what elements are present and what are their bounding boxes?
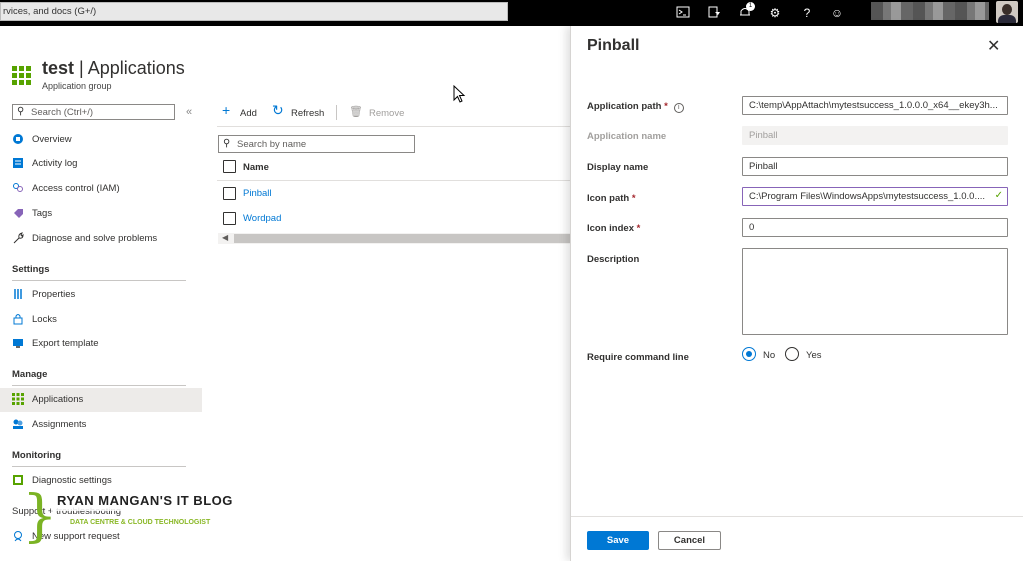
nav-item-locks[interactable]: Locks (0, 308, 202, 332)
trash-icon: 🗑 (349, 106, 363, 118)
cmdline-no-radio[interactable] (742, 347, 756, 361)
page-subtitle: Application group (42, 81, 112, 91)
cmdline-label: Require command line (587, 352, 689, 363)
nav-item-tags[interactable]: Tags (0, 202, 202, 226)
nav-item-applications[interactable]: Applications (0, 388, 202, 412)
app-link[interactable]: Wordpad (243, 213, 281, 224)
description-label: Description (587, 254, 640, 265)
row-checkbox[interactable] (223, 187, 236, 200)
edit-application-panel: Pinball ✕ Application path * i C:\temp\Ap… (570, 26, 1023, 561)
wrench-icon (12, 232, 24, 244)
nav-search-input[interactable]: ⚲ Search (Ctrl+/) (12, 104, 175, 120)
nav-item-assignments[interactable]: Assignments (0, 413, 202, 437)
overview-icon (12, 133, 24, 145)
watermark-title: RYAN MANGAN'S IT BLOG (51, 491, 239, 511)
app-path-label: Application path * i (587, 101, 684, 113)
remove-button[interactable]: 🗑 Remove (349, 104, 409, 122)
panel-footer-divider (571, 516, 1023, 517)
help-icon[interactable]: ? (799, 5, 815, 21)
cmdline-yes-radio[interactable] (785, 347, 799, 361)
description-textarea[interactable] (742, 248, 1008, 335)
close-icon[interactable]: ✕ (987, 36, 1000, 56)
refresh-icon: ↻ (272, 102, 284, 118)
collapse-menu-icon[interactable]: « (186, 106, 192, 118)
nav-item-activity-log[interactable]: Activity log (0, 152, 202, 176)
display-name-label: Display name (587, 162, 649, 173)
cancel-button[interactable]: Cancel (658, 531, 721, 550)
cmdline-no-label[interactable]: No (763, 350, 775, 361)
cmdline-yes-label[interactable]: Yes (806, 350, 822, 361)
page-title: test | Applications (42, 58, 185, 78)
cloud-shell-icon[interactable] (675, 5, 691, 21)
column-header-name[interactable]: Name (243, 162, 269, 173)
info-icon[interactable]: i (673, 103, 684, 113)
icon-index-field[interactable]: 0 (742, 218, 1008, 237)
refresh-button[interactable]: ↻ Refresh (272, 102, 332, 122)
icon-path-label: Icon path * (587, 193, 636, 204)
app-search-input[interactable]: ⚲ Search by name (218, 135, 415, 153)
app-name-field: Pinball (742, 126, 1008, 145)
display-name-field[interactable]: Pinball (742, 157, 1008, 176)
app-name-label: Application name (587, 131, 667, 142)
add-button[interactable]: + Add (222, 102, 262, 122)
icon-index-label: Icon index * (587, 223, 641, 234)
table-row[interactable]: Wordpad (217, 207, 570, 231)
tag-icon (12, 207, 24, 219)
nav-divider (12, 280, 186, 281)
panel-title: Pinball (587, 37, 640, 54)
directory-filter-icon[interactable] (706, 5, 722, 21)
scroll-left-icon[interactable]: ◀ (222, 233, 228, 242)
nav-item-overview[interactable]: Overview (0, 128, 202, 152)
assignments-icon (12, 418, 24, 430)
feedback-icon[interactable]: ☺ (829, 5, 845, 21)
nav-divider (12, 466, 186, 467)
horizontal-scrollbar[interactable]: ◀ (218, 233, 570, 244)
app-path-field[interactable]: C:\temp\AppAttach\mytestsuccess_1.0.0.0_… (742, 96, 1008, 115)
app-link[interactable]: Pinball (243, 188, 272, 199)
nav-section-settings: Settings (12, 264, 50, 275)
applications-icon (12, 393, 24, 405)
select-all-checkbox[interactable] (223, 160, 236, 173)
toolbar-divider (217, 126, 570, 127)
lock-icon (12, 313, 24, 325)
checkmark-icon: ✓ (994, 190, 1003, 201)
nav-item-access-control[interactable]: Access control (IAM) (0, 177, 202, 201)
plus-icon: + (222, 102, 231, 118)
nav-divider (12, 385, 186, 386)
mouse-pointer-icon (453, 84, 467, 108)
search-icon: ⚲ (17, 106, 25, 117)
settings-icon[interactable]: ⚙ (767, 5, 783, 21)
search-icon: ⚲ (223, 138, 231, 149)
avatar[interactable] (996, 1, 1018, 23)
nav-item-properties[interactable]: Properties (0, 283, 202, 307)
notification-badge: 1 (746, 2, 755, 11)
nav-item-diagnose[interactable]: Diagnose and solve problems (0, 227, 202, 251)
account-name-redacted[interactable] (871, 2, 989, 20)
row-checkbox[interactable] (223, 212, 236, 225)
toolbar-separator (336, 105, 337, 120)
scrollbar-thumb[interactable] (234, 234, 570, 243)
watermark-subtitle: DATA CENTRE & CLOUD TECHNOLOGIST (70, 519, 211, 526)
top-bar: rvices, and docs (G+/) 1 ⚙ ? ☺ (0, 0, 1023, 26)
nav-section-manage: Manage (12, 369, 48, 380)
properties-icon (12, 288, 24, 300)
global-search-input[interactable]: rvices, and docs (G+/) (0, 2, 508, 21)
iam-icon (12, 182, 24, 194)
export-template-icon (12, 337, 24, 349)
icon-path-field[interactable]: C:\Program Files\WindowsApps\mytestsucce… (742, 187, 1008, 206)
nav-item-export-template[interactable]: Export template (0, 332, 202, 356)
save-button[interactable]: Save (587, 531, 649, 550)
table-row[interactable]: Pinball (217, 182, 570, 206)
activity-log-icon (12, 157, 24, 169)
application-group-icon (12, 66, 31, 85)
grid-header-divider (217, 180, 570, 181)
nav-section-monitoring: Monitoring (12, 450, 62, 461)
